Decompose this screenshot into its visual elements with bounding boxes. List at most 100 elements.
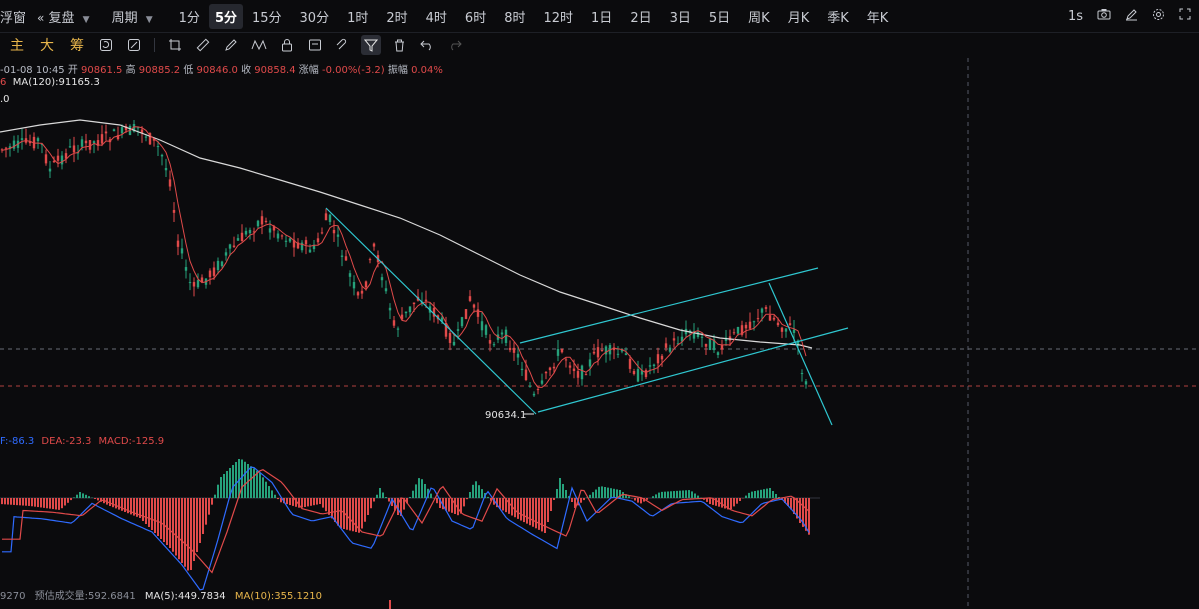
macd-bar [259, 473, 261, 498]
macd-bar [655, 494, 657, 498]
candle-body [736, 326, 740, 334]
macd-bar [43, 498, 45, 508]
candle-body [84, 140, 88, 144]
macd-bar [85, 494, 87, 498]
macd-bar [208, 498, 210, 515]
candle-body [480, 321, 484, 331]
macd-bar [31, 498, 33, 507]
candle-body [44, 154, 48, 164]
macd-bar [340, 498, 342, 529]
candle-body [476, 309, 480, 317]
candle-body [324, 213, 328, 221]
macd-bar [157, 498, 159, 536]
macd-bar [346, 498, 348, 530]
candle-body [240, 232, 244, 242]
macd-bar [211, 498, 213, 505]
macd-bar [70, 498, 72, 501]
macd-bar [67, 498, 69, 503]
candle-body [20, 138, 24, 140]
macd-bar [163, 498, 165, 542]
macd-bar [610, 488, 612, 498]
macd-bar [175, 498, 177, 556]
macd-bar [475, 481, 477, 498]
macd-bar [739, 498, 741, 501]
macd-bar [421, 479, 423, 498]
forecast-value: 592.6841 [88, 591, 136, 602]
macd-bar [523, 498, 525, 523]
macd-bar [142, 498, 144, 521]
macd-bar [373, 498, 375, 502]
candle-body [348, 273, 352, 277]
open-label: 开 [67, 65, 78, 76]
ma-info: 6 MA(120):91165.3 [0, 77, 100, 88]
candle-body [628, 358, 632, 369]
candle-body [372, 243, 376, 247]
candle-body [36, 138, 40, 142]
macd-bar [808, 498, 810, 535]
candle-body [120, 127, 124, 134]
macd-bar [28, 498, 30, 506]
macd-bar [667, 491, 669, 498]
macd-bar [199, 498, 201, 543]
candle-body [732, 332, 736, 334]
macd-bar [265, 481, 267, 498]
high-value: 90885.2 [138, 65, 181, 76]
macd-bar [307, 498, 309, 507]
macd-bar [376, 494, 378, 498]
macd-bar [580, 498, 582, 503]
candle-body [216, 260, 220, 271]
macd-bar [565, 490, 567, 498]
candle-body [524, 369, 528, 381]
macd-bar [118, 498, 120, 510]
candle-body [596, 347, 600, 358]
macd-bar [652, 496, 654, 498]
candle-body [588, 359, 592, 367]
candle-body [748, 321, 752, 329]
channel-upper [519, 267, 819, 344]
macd-bar [532, 498, 534, 527]
candle-body [208, 270, 212, 278]
macd-bar [478, 485, 480, 498]
macd-bar [760, 489, 762, 498]
macd-bar [316, 498, 318, 505]
candle-body [452, 341, 456, 346]
price-chart[interactable]: 90634.1 [0, 0, 1199, 609]
macd-bar [409, 497, 411, 498]
candle-body [72, 145, 76, 153]
candle-body [384, 288, 388, 292]
candle-body [468, 296, 472, 301]
candle-body [176, 240, 180, 247]
low-value: 90846.0 [196, 65, 238, 76]
macd-bar [502, 498, 504, 511]
macd-bar [556, 489, 558, 498]
close-value: 90858.4 [254, 65, 296, 76]
macd-bar [1, 498, 3, 505]
macd-bar [745, 495, 747, 498]
candle-body [456, 329, 460, 331]
candle-body [196, 280, 200, 288]
macd-bar [646, 498, 648, 500]
candle-body [220, 261, 224, 267]
macd-bar [292, 498, 294, 506]
macd-bar [322, 498, 324, 508]
macd-bar [196, 498, 198, 552]
vol-ma10-value: 355.1210 [274, 591, 322, 602]
macd-bar [367, 498, 369, 515]
candle-body [104, 131, 108, 134]
candle-body [144, 136, 148, 138]
macd-bar [310, 498, 312, 506]
candle-body [340, 255, 344, 257]
candle-body [356, 292, 360, 296]
macd-bar [670, 491, 672, 498]
macd-bar [88, 496, 90, 498]
change-label: 涨幅 [298, 65, 319, 76]
macd-bar [10, 498, 12, 505]
macd-bar [268, 486, 270, 498]
candle-body [180, 248, 184, 254]
macd-bar [4, 498, 6, 505]
macd-bar [685, 490, 687, 498]
candle-body [600, 349, 604, 351]
macd-bar [214, 494, 216, 498]
candle-body [404, 311, 408, 314]
candle-body [344, 256, 348, 261]
